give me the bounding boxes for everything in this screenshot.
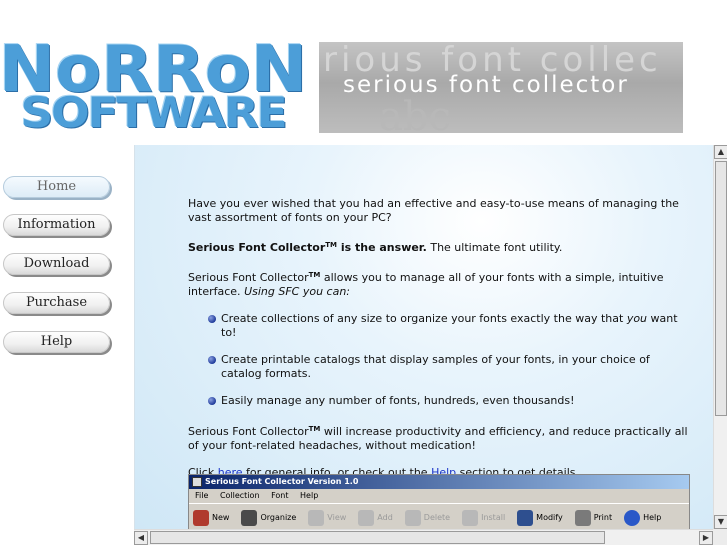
app-tool-add-label: Add (377, 513, 393, 522)
nav-information-button[interactable]: Information (3, 214, 110, 236)
nav-download-button[interactable]: Download (3, 253, 110, 275)
horizontal-scrollbar[interactable]: ◀ ▶ (134, 529, 713, 545)
banner-tagline: serious font collector (343, 72, 629, 98)
nav-purchase-button[interactable]: Purchase (3, 292, 110, 314)
delete-icon (404, 509, 421, 526)
feature-list-item: Create collections of any size to organi… (208, 312, 688, 340)
norron-software-logo: NoRRoN SOFTWARE (0, 38, 307, 134)
app-tool-new-label: New (212, 513, 230, 522)
intro-paragraph: Have you ever wished that you had an eff… (188, 197, 679, 224)
answer-trademark: TM (325, 241, 338, 249)
app-tool-help-label: Help (643, 513, 662, 522)
install-icon (462, 509, 479, 526)
app-tool-print: Print (574, 509, 613, 526)
scroll-left-arrow-icon[interactable]: ◀ (134, 531, 148, 545)
app-tool-organize-label: Organize (260, 513, 297, 522)
scroll-down-arrow-icon[interactable]: ▼ (714, 515, 727, 529)
scroll-up-arrow-icon[interactable]: ▲ (714, 145, 727, 159)
horizontal-scroll-thumb[interactable] (150, 531, 605, 544)
product-banner: rious font collec abc serious font colle… (319, 42, 683, 133)
printer-icon (574, 509, 591, 526)
scrollbar-corner (713, 529, 727, 545)
app-menubar: File Collection Font Help (189, 489, 689, 503)
app-tool-view: View (308, 509, 347, 526)
features-trademark: TM (308, 271, 321, 279)
app-titlebar: Serious Font Collector Version 1.0 (189, 475, 689, 489)
app-tool-install-label: Install (481, 513, 506, 522)
app-menu-font: Font (271, 491, 289, 500)
view-icon (308, 509, 325, 526)
feature-1-text: Create collections of any size to organi… (221, 312, 627, 325)
app-tool-install: Install (462, 509, 506, 526)
app-tool-print-label: Print (593, 513, 613, 522)
app-tool-organize: Organize (241, 509, 297, 526)
content-frame: Have you ever wished that you had an eff… (134, 145, 713, 529)
productivity-trademark: TM (308, 425, 321, 433)
help-icon (624, 509, 641, 526)
features-intro-italic: Using SFC you can: (244, 285, 351, 298)
app-screenshot: Serious Font Collector Version 1.0 File … (188, 474, 690, 529)
answer-rest: The ultimate font utility. (426, 241, 563, 254)
logo-line-2: SOFTWARE (20, 88, 288, 137)
app-tool-modify-label: Modify (536, 513, 563, 522)
feature-list-item: Create printable catalogs that display s… (208, 353, 688, 381)
answer-product-name: Serious Font Collector (188, 241, 326, 254)
app-menu-help: Help (300, 491, 319, 500)
app-tool-modify: Modify (517, 509, 563, 526)
productivity-product-name: Serious Font Collector (188, 425, 309, 438)
features-intro-paragraph: Serious Font CollectorTM allows you to m… (188, 268, 688, 299)
feature-list: Create collections of any size to organi… (208, 312, 688, 408)
app-tool-view-label: View (327, 513, 347, 522)
organize-icon (241, 509, 258, 526)
app-tool-help: Help (624, 509, 662, 526)
app-tool-new: New (193, 509, 230, 526)
app-title: Serious Font Collector Version 1.0 (205, 477, 359, 486)
app-toolbar: New Organize View Add Delete Install Mod… (189, 503, 689, 529)
logo-line-1: NoRRoN (0, 33, 308, 107)
app-tool-delete: Delete (404, 509, 451, 526)
answer-paragraph: Serious Font CollectorTM is the answer. … (188, 238, 688, 255)
vertical-scroll-thumb[interactable] (715, 161, 727, 416)
app-menu-collection: Collection (219, 491, 260, 500)
nav-help-button[interactable]: Help (3, 331, 110, 353)
feature-list-item: Easily manage any number of fonts, hundr… (208, 394, 688, 408)
answer-bold-tail: is the answer. (337, 241, 427, 254)
nav-home-button[interactable]: Home (3, 176, 110, 198)
vertical-scrollbar[interactable]: ▲ ▼ (713, 145, 727, 529)
feature-1-emphasis: you (626, 312, 648, 325)
app-window-icon (192, 477, 202, 487)
app-menu-file: File (195, 491, 209, 500)
add-icon (358, 509, 375, 526)
scroll-right-arrow-icon[interactable]: ▶ (699, 531, 713, 545)
app-tool-delete-label: Delete (423, 513, 451, 522)
features-product-name: Serious Font Collector (188, 271, 309, 284)
book-icon (193, 509, 209, 526)
banner-ghost-text-2: abc (379, 94, 451, 133)
modify-icon (517, 509, 534, 526)
app-tool-add: Add (358, 509, 393, 526)
productivity-paragraph: Serious Font CollectorTM will increase p… (188, 422, 688, 453)
main-content: Have you ever wished that you had an eff… (188, 197, 688, 493)
